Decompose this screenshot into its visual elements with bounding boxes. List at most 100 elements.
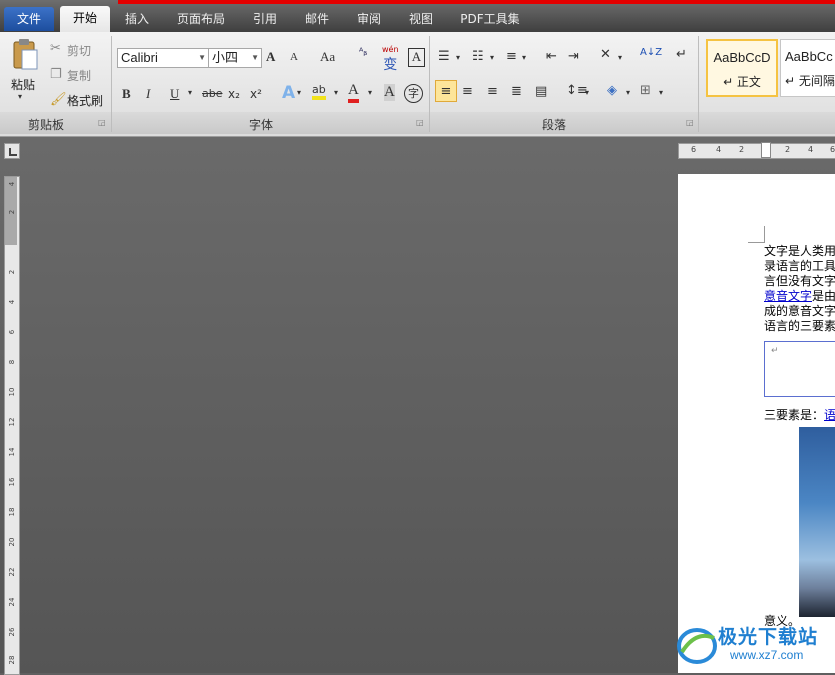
group-separator <box>698 36 699 132</box>
tab-selector[interactable] <box>4 143 20 159</box>
style-normal[interactable]: AaBbCcD ↵ 正文 <box>706 39 778 97</box>
bullet-list-icon[interactable]: ☰ <box>438 49 450 64</box>
chevron-down-icon[interactable]: ▾ <box>490 53 494 62</box>
highlight-icon[interactable]: ab <box>312 83 326 100</box>
ruler-tick: 16 <box>8 477 16 487</box>
chevron-down-icon[interactable]: ▾ <box>522 53 526 62</box>
tab-review[interactable]: 审阅 <box>348 7 390 31</box>
doc-line-5[interactable]: 成的意音文字 <box>764 304 835 319</box>
brand-logo-icon <box>677 628 717 664</box>
show-marks-icon[interactable]: ↵ <box>676 47 687 62</box>
clipboard-launcher-icon[interactable]: ◲ <box>98 118 106 127</box>
chevron-down-icon[interactable]: ▾ <box>188 88 192 97</box>
doc-line-4[interactable]: 意音文字是由 <box>764 289 835 304</box>
decrease-indent-icon[interactable]: ⇤ <box>546 49 557 64</box>
horizontal-ruler[interactable]: 6 4 2 2 4 6 <box>678 142 835 159</box>
multilevel-list-icon[interactable]: ≡ <box>506 49 517 64</box>
cut-button[interactable]: 剪切 <box>67 42 91 59</box>
chevron-down-icon[interactable]: ▾ <box>585 88 589 97</box>
doc-line-3[interactable]: 言但没有文字 <box>764 274 835 289</box>
ruler-tick: 2 <box>8 269 16 275</box>
ruler-tick: 4 <box>716 145 722 154</box>
margin-crop-mark <box>748 226 765 243</box>
subscript-button[interactable]: x₂ <box>228 87 240 101</box>
paste-dropdown-icon[interactable]: ▾ <box>18 92 22 101</box>
font-size-combo[interactable]: 小四 ▼ <box>208 48 262 68</box>
chinese-layout-icon[interactable]: ✕ <box>600 47 611 62</box>
font-size-value: 小四 <box>212 50 239 65</box>
tab-view[interactable]: 视图 <box>400 7 442 31</box>
shading-icon[interactable]: ◈ <box>607 83 617 98</box>
format-painter-button[interactable]: 格式刷 <box>67 92 103 109</box>
align-left-button[interactable]: ≡ <box>435 80 457 102</box>
chevron-down-icon[interactable]: ▾ <box>626 88 630 97</box>
grow-font-icon[interactable]: A <box>266 49 275 65</box>
tab-file[interactable]: 文件 <box>4 7 54 31</box>
doc-line-1[interactable]: 文字是人类用 <box>764 244 835 259</box>
ruler-tick: 10 <box>8 387 16 397</box>
shrink-font-icon[interactable]: A <box>290 51 298 63</box>
pinyin-char: 变 <box>383 57 398 73</box>
three-elements-line[interactable]: 三要素是：语 <box>764 408 835 423</box>
text-box[interactable]: ↵ <box>764 341 835 397</box>
ruler-tick: 4 <box>808 145 814 154</box>
indent-marker[interactable] <box>761 142 771 158</box>
tab-references[interactable]: 引用 <box>244 7 286 31</box>
chevron-down-icon[interactable]: ▾ <box>368 88 372 97</box>
chevron-down-icon[interactable]: ▾ <box>659 88 663 97</box>
char-border-icon[interactable]: A <box>408 48 425 67</box>
format-painter-icon[interactable]: 🖌 <box>50 92 67 107</box>
superscript-button[interactable]: x² <box>250 87 262 101</box>
enclose-char-icon[interactable]: 字 <box>404 84 423 103</box>
font-name-combo[interactable]: Calibri ▼ <box>117 48 209 68</box>
borders-icon[interactable]: ⊞ <box>640 83 651 98</box>
chevron-down-icon[interactable]: ▾ <box>456 53 460 62</box>
tab-pdf-tools[interactable]: PDF工具集 <box>452 7 528 31</box>
align-center-icon[interactable]: ≡ <box>462 84 473 99</box>
copy-icon[interactable]: ❐ <box>50 67 62 82</box>
inline-photo[interactable] <box>799 427 835 617</box>
pinyin-guide-icon[interactable]: wén 变 <box>382 45 399 74</box>
document-page[interactable]: 文字是人类用 录语言的工具 言但没有文字 意音文字是由 成的意音文字 语言的三要… <box>678 174 835 673</box>
bold-button[interactable]: B <box>122 86 131 102</box>
paragraph-launcher-icon[interactable]: ◲ <box>686 118 694 127</box>
tab-mailings[interactable]: 邮件 <box>296 7 338 31</box>
chevron-down-icon: ▼ <box>198 53 206 62</box>
char-shading-icon[interactable]: A <box>384 84 395 101</box>
style-no-spacing[interactable]: AaBbCc ↵ 无间隔 <box>780 39 835 97</box>
style-no-spacing-sample: AaBbCc <box>785 49 833 64</box>
font-color-icon[interactable]: A <box>348 82 359 103</box>
italic-button[interactable]: I <box>146 86 150 102</box>
change-case-icon[interactable]: Aa <box>320 49 335 65</box>
style-normal-name: ↵ 正文 <box>723 75 761 89</box>
chevron-down-icon[interactable]: ▾ <box>618 53 622 62</box>
strikethrough-button[interactable]: abe <box>202 87 223 100</box>
doc-hyperlink[interactable]: 意音文字 <box>764 289 812 303</box>
doc-line-2[interactable]: 录语言的工具 <box>764 259 835 274</box>
underline-button[interactable]: U <box>170 86 179 102</box>
tab-insert[interactable]: 插入 <box>116 7 158 31</box>
copy-button[interactable]: 复制 <box>67 67 91 84</box>
text-effects-icon[interactable]: A <box>282 83 295 103</box>
font-launcher-icon[interactable]: ◲ <box>416 118 424 127</box>
ruler-tick: 22 <box>8 567 16 577</box>
ruler-tick: 6 <box>691 145 697 154</box>
increase-indent-icon[interactable]: ⇥ <box>568 49 579 64</box>
align-right-icon[interactable]: ≡ <box>487 84 498 99</box>
distribute-icon[interactable]: ▤ <box>535 84 547 99</box>
chevron-down-icon[interactable]: ▾ <box>297 88 301 97</box>
ruler-tick: 18 <box>8 507 16 517</box>
sort-icon[interactable]: A↓Z <box>640 47 662 58</box>
tab-home[interactable]: 开始 <box>60 6 110 32</box>
cut-icon[interactable]: ✂ <box>50 41 61 56</box>
tab-page-layout[interactable]: 页面布局 <box>170 7 232 31</box>
paste-button[interactable]: 粘贴 <box>11 76 35 93</box>
doc-line-6[interactable]: 语言的三要素 <box>764 319 835 334</box>
paragraph-group-label: 段落 <box>542 118 567 132</box>
chevron-down-icon[interactable]: ▾ <box>334 88 338 97</box>
paste-icon[interactable] <box>10 38 40 72</box>
doc-hyperlink[interactable]: 语 <box>824 408 835 422</box>
justify-icon[interactable]: ≣ <box>511 84 522 99</box>
numbered-list-icon[interactable]: ☷ <box>472 49 484 64</box>
clear-format-icon[interactable]: ᴬᵦ <box>359 47 367 58</box>
